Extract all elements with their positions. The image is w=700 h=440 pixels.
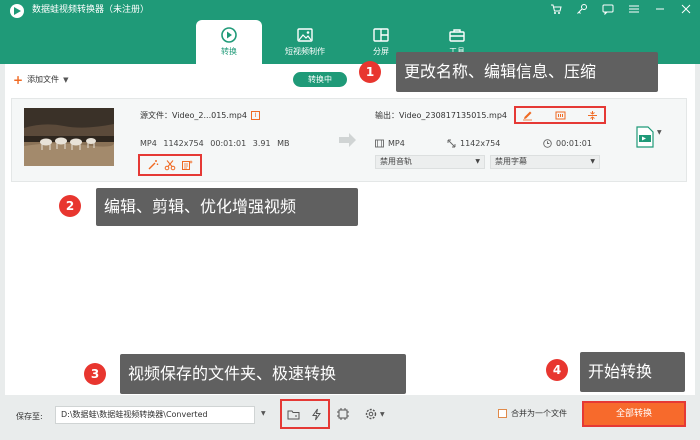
callout-4-text: 开始转换 — [588, 362, 653, 381]
chevron-down-icon[interactable]: ▼ — [380, 411, 385, 418]
save-path-field[interactable]: D:\数据蛙\数据蛙视频转换器\Converted — [55, 406, 255, 424]
enhance-icon[interactable] — [181, 159, 194, 171]
info-icon[interactable]: i — [250, 111, 260, 120]
output-format: MP4 — [375, 139, 405, 148]
image-icon — [296, 26, 314, 44]
callout-4: 开始转换 — [580, 352, 685, 392]
add-file-button[interactable]: + 添加文件 ▼ — [13, 72, 68, 87]
audio-track-value: 禁用音轨 — [380, 157, 412, 166]
film-icon — [375, 139, 384, 148]
minimize-icon[interactable] — [654, 3, 666, 15]
callout-1-number: 1 — [359, 61, 381, 83]
source-meta: MP4 1142x754 00:01:01 3.91 MB — [140, 139, 290, 148]
chat-icon[interactable] — [602, 3, 614, 15]
arrow-right-icon — [337, 132, 357, 148]
split-icon — [372, 26, 390, 44]
plus-icon: + — [13, 72, 24, 87]
chevron-down-icon[interactable]: ▼ — [657, 129, 662, 136]
callout-1-text: 更改名称、编辑信息、压缩 — [404, 62, 597, 81]
window-controls — [550, 3, 692, 17]
main-panel: + 添加文件 ▼ 转换中 源文件：Video_2...015.mp4 i MP4… — [5, 64, 695, 395]
tab-convert[interactable]: 转换 — [196, 20, 262, 64]
output-resolution-label: 1142x754 — [460, 139, 501, 148]
callout-3-number: 3 — [84, 363, 106, 385]
subtitle-value: 禁用字幕 — [495, 157, 527, 166]
compress-icon[interactable] — [587, 110, 598, 121]
tab-label: 转换 — [221, 47, 237, 56]
save-path-value: D:\数据蛙\数据蛙视频转换器\Converted — [61, 410, 208, 419]
convert-icon — [220, 26, 238, 44]
source-file-name: 源文件：Video_2...015.mp4 — [140, 111, 247, 120]
output-duration: 00:01:01 — [543, 139, 592, 148]
hardware-acceleration-icon[interactable] — [336, 407, 350, 421]
callout-2: 编辑、剪辑、优化增强视频 — [96, 188, 358, 226]
video-thumbnail[interactable] — [24, 108, 114, 166]
add-file-label: 添加文件 — [27, 75, 60, 84]
subtitle-select[interactable]: 禁用字幕 ▼ — [490, 155, 600, 169]
output-format-label: MP4 — [388, 139, 405, 148]
callout-2-text: 编辑、剪辑、优化增强视频 — [104, 197, 297, 216]
merge-checkbox[interactable] — [498, 409, 507, 418]
toolbox-icon — [448, 26, 466, 44]
edit-tools-group — [138, 154, 202, 176]
merge-label: 合并为一个文件 — [511, 409, 567, 418]
chevron-down-icon: ▼ — [475, 158, 480, 165]
bottom-bar: 保存至: D:\数据蛙\数据蛙视频转换器\Converted ▼ ▼ 合并为一个… — [0, 395, 700, 440]
save-tools-group — [280, 399, 330, 429]
convert-all-button[interactable]: 全部转换 — [582, 401, 686, 427]
fast-convert-icon[interactable] — [310, 408, 323, 421]
output-resolution: 1142x754 — [447, 139, 500, 148]
callout-1: 更改名称、编辑信息、压缩 — [396, 52, 658, 92]
output-file-name: 输出：Video_230817135015.mp4 — [375, 111, 507, 120]
status-badge: 转换中 — [293, 72, 347, 87]
save-to-label: 保存至: — [16, 412, 43, 421]
file-item: 源文件：Video_2...015.mp4 i MP4 1142x754 00:0… — [11, 98, 687, 182]
app-title: 数据蛙视频转换器（未注册） — [32, 5, 150, 15]
folder-icon[interactable] — [287, 408, 300, 421]
info-icon[interactable] — [555, 110, 566, 121]
cart-icon[interactable] — [550, 3, 562, 15]
chevron-down-icon[interactable]: ▼ — [261, 410, 266, 417]
magic-wand-icon[interactable] — [147, 159, 159, 171]
audio-track-select[interactable]: 禁用音轨 ▼ — [375, 155, 485, 169]
callout-3-text: 视频保存的文件夹、极速转换 — [128, 364, 337, 383]
merge-option[interactable]: 合并为一个文件 — [498, 408, 567, 419]
source-file-label: 源文件：Video_2...015.mp4 i — [140, 110, 260, 121]
callout-4-number: 4 — [546, 359, 568, 381]
tab-label: 短视频制作 — [285, 47, 325, 56]
output-format-icon[interactable] — [636, 126, 654, 148]
key-icon[interactable] — [576, 3, 588, 15]
callout-2-number: 2 — [59, 195, 81, 217]
chevron-down-icon[interactable]: ▼ — [63, 76, 68, 84]
resize-icon — [447, 139, 456, 148]
callout-3: 视频保存的文件夹、极速转换 — [120, 354, 406, 394]
pencil-icon[interactable] — [522, 110, 533, 121]
tab-short-video[interactable]: 短视频制作 — [272, 20, 338, 64]
chevron-down-icon: ▼ — [590, 158, 595, 165]
app-logo-icon — [9, 3, 25, 19]
gear-icon[interactable] — [364, 407, 378, 421]
close-icon[interactable] — [680, 3, 692, 15]
clock-icon — [543, 139, 552, 148]
output-tools-group — [514, 106, 606, 124]
output-duration-label: 00:01:01 — [556, 139, 592, 148]
menu-icon[interactable] — [628, 3, 640, 15]
scissors-icon[interactable] — [164, 159, 176, 171]
